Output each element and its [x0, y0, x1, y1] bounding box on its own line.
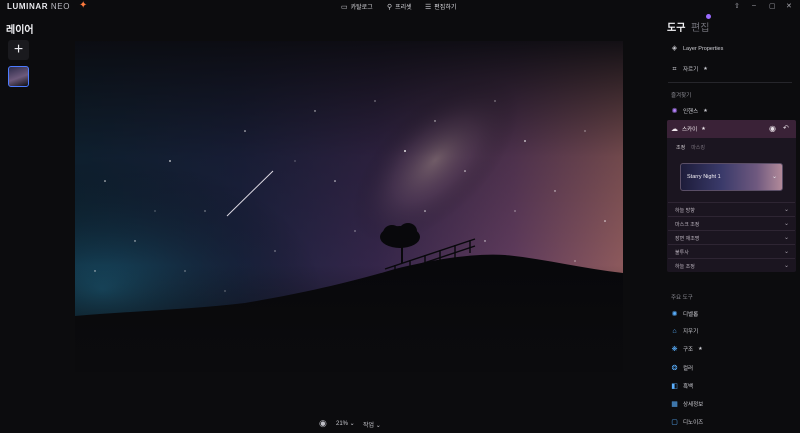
crop-icon: ⌗ — [672, 65, 677, 73]
layers-icon: ◈ — [671, 45, 678, 52]
star-icon: ★ — [703, 108, 708, 114]
chevron-down-icon: ⌄ — [771, 174, 777, 180]
tab-edit[interactable]: 편집 — [691, 19, 709, 34]
details-icon: ▦ — [671, 400, 678, 408]
sky-header[interactable]: ☁ 스카이 ★ ◉ ↶ — [667, 120, 796, 138]
develop-icon: ✺ — [671, 310, 678, 318]
tool-label: 상세정보 — [683, 402, 704, 408]
plus-icon: + — [13, 41, 24, 58]
star-icon: ★ — [703, 66, 708, 72]
nav-presets[interactable]: ⚲ 프리셋 — [387, 2, 412, 12]
nav-presets-label: 프리셋 — [395, 5, 412, 11]
sky-preset-label: Starry Night 1 — [687, 174, 721, 180]
divider — [668, 82, 792, 83]
enhance-label: 인핸스 — [683, 109, 699, 115]
black-white-icon: ◧ — [671, 382, 678, 390]
crop-label: 자르기 — [683, 67, 699, 73]
section-label: 불투사 — [675, 250, 689, 256]
sky-title-label: 스카이 — [682, 127, 698, 133]
close-icon[interactable]: ✕ — [786, 2, 792, 10]
cloud-icon: ☁ — [671, 126, 678, 133]
star-icon: ★ — [698, 346, 703, 352]
layer-thumbnail[interactable] — [8, 66, 29, 87]
section-label: 마스크 조정 — [675, 222, 700, 228]
tool-label: 디노이즈 — [683, 420, 704, 426]
notification-badge — [706, 14, 711, 19]
section-sky-orientation[interactable]: 하늘 방향 ⌄ — [668, 202, 795, 216]
tool-label: 지우기 — [683, 329, 699, 335]
section-mask-adjust[interactable]: 마스크 조정 ⌄ — [668, 216, 795, 230]
layer-properties-item[interactable]: ◈ Layer Properties — [671, 45, 724, 52]
tab-tools[interactable]: 도구 — [667, 19, 685, 34]
top-bar: LUMINAR NEO ✦ ▭ 카탈로그 ⚲ 프리셋 ☰ 편집하기 ⇧ – ▢ … — [0, 0, 800, 13]
tool-color[interactable]: ❂ 컬러 — [671, 364, 694, 373]
section-label: 하늘 방향 — [675, 208, 695, 214]
chevron-down-icon: ⌄ — [783, 221, 789, 227]
tool-denoise[interactable]: ▢ 디노이즈 — [671, 418, 704, 427]
section-label: 장면 재조명 — [675, 236, 700, 242]
tool-label: 디벨롭 — [683, 312, 699, 318]
structure-icon: ❋ — [671, 345, 678, 353]
tool-bw[interactable]: ◧ 흑백 — [671, 382, 694, 391]
nav-catalog-label: 카탈로그 — [350, 5, 373, 11]
bottom-bar: ◉ 21% ⌄ 작업 ⌄ — [0, 416, 640, 433]
tool-label: 컬러 — [683, 366, 694, 372]
color-icon: ❂ — [671, 364, 678, 372]
section-reflection[interactable]: 불투사 ⌄ — [668, 244, 795, 258]
star-icon: ★ — [701, 126, 706, 132]
tool-label: 구조 — [683, 347, 694, 353]
chevron-down-icon: ⌄ — [783, 263, 789, 269]
nav-edit-label: 편집하기 — [434, 5, 457, 11]
tool-label: 흑백 — [683, 384, 694, 390]
add-layer-button[interactable]: + — [8, 40, 29, 60]
zoom-dropdown[interactable]: 21% ⌄ — [336, 420, 355, 427]
canvas-shadow — [75, 265, 623, 433]
app-logo: LUMINAR NEO — [7, 2, 71, 11]
logo-star-icon: ✦ — [79, 0, 88, 11]
maximize-icon[interactable]: ▢ — [769, 2, 776, 10]
chevron-down-icon: ⌄ — [783, 249, 789, 255]
section-sky-adjust[interactable]: 하늘 조정 ⌄ — [668, 258, 795, 272]
tool-details[interactable]: ▦ 상세정보 — [671, 400, 704, 409]
tab-masking[interactable]: 마스킹 — [691, 144, 705, 151]
sky-preset-select[interactable]: Starry Night 1 ⌄ — [680, 163, 783, 191]
denoise-icon: ▢ — [671, 418, 678, 426]
eye-icon[interactable]: ◉ — [319, 418, 327, 429]
tool-develop[interactable]: ✺ 디벨롭 — [671, 310, 699, 319]
tool-erase[interactable]: ⌂ 지우기 — [671, 327, 699, 336]
crop-item[interactable]: ⌗ 자르기 ★ — [671, 65, 708, 74]
enhance-icon: ✺ — [671, 107, 678, 115]
section-scene-relight[interactable]: 장면 재조명 ⌄ — [668, 230, 795, 244]
layer-properties-label: Layer Properties — [683, 45, 724, 52]
favorites-title: 즐겨찾기 — [671, 93, 692, 99]
sky-tabs: 조정 마스킹 — [676, 144, 705, 151]
section-label: 하늘 조정 — [675, 264, 695, 270]
sky-title: ☁ 스카이 ★ — [671, 125, 706, 133]
share-icon[interactable]: ⇧ — [734, 2, 740, 10]
chevron-down-icon: ⌄ — [783, 235, 789, 241]
visibility-icon[interactable]: ◉ — [769, 124, 776, 133]
layers-title: 레이어 — [6, 25, 34, 36]
task-dropdown[interactable]: 작업 ⌄ — [363, 420, 381, 429]
tab-adjust[interactable]: 조정 — [676, 144, 685, 151]
enhance-item[interactable]: ✺ 인핸스 ★ — [671, 107, 708, 116]
sliders-icon: ☰ — [425, 3, 432, 11]
tool-structure[interactable]: ❋ 구조 ★ — [671, 345, 703, 354]
folder-icon: ▭ — [341, 3, 348, 11]
essentials-title: 주요 도구 — [671, 295, 693, 301]
eraser-icon: ⌂ — [672, 327, 677, 335]
nav-catalog[interactable]: ▭ 카탈로그 — [341, 2, 373, 12]
minimize-icon[interactable]: – — [752, 2, 756, 9]
nav-edit[interactable]: ☰ 편집하기 — [425, 2, 457, 12]
reset-icon[interactable]: ↶ — [783, 124, 789, 132]
sky-tool-panel: ☁ 스카이 ★ ◉ ↶ 조정 마스킹 Starry Night 1 ⌄ 하늘 방… — [667, 120, 796, 272]
presets-icon: ⚲ — [387, 3, 393, 11]
chevron-down-icon: ⌄ — [783, 207, 789, 213]
